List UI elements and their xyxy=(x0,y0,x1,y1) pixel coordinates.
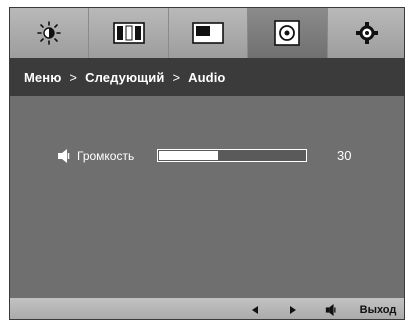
breadcrumb: Меню > Следующий > Audio xyxy=(10,58,404,96)
breadcrumb-next: Следующий xyxy=(85,69,165,85)
breadcrumb-current: Audio xyxy=(188,69,226,85)
tab-picture[interactable] xyxy=(168,8,249,58)
left-button[interactable] xyxy=(236,298,274,319)
right-button[interactable] xyxy=(274,298,312,319)
settings-body: Громкость 30 xyxy=(10,96,404,298)
bottom-bar: Выход xyxy=(10,298,404,319)
volume-slider-fill xyxy=(159,151,218,160)
arrow-left-icon xyxy=(252,305,258,314)
tab-settings[interactable] xyxy=(327,8,404,58)
speaker-icon xyxy=(58,148,70,163)
breadcrumb-menu: Меню xyxy=(24,69,62,85)
volume-row[interactable]: Громкость 30 xyxy=(57,148,351,163)
volume-label: Громкость xyxy=(77,148,135,163)
volume-value: 30 xyxy=(337,148,352,163)
tab-brightness[interactable] xyxy=(10,8,90,58)
osd-menu: Меню > Следующий > Audio Громкость 30 Вы… xyxy=(9,7,405,320)
breadcrumb-separator: > xyxy=(69,69,78,85)
breadcrumb-separator: > xyxy=(172,69,181,85)
tab-audio[interactable] xyxy=(248,8,328,58)
speaker-icon xyxy=(325,303,336,316)
picture-icon xyxy=(192,22,224,44)
volume-button[interactable] xyxy=(312,298,350,319)
color-bars-icon xyxy=(112,22,145,44)
exit-button[interactable]: Выход xyxy=(350,298,404,319)
volume-slider[interactable] xyxy=(157,149,307,162)
arrow-right-icon xyxy=(290,305,296,314)
tab-bar xyxy=(10,8,404,58)
settings-gear-icon xyxy=(355,22,378,44)
brightness-icon xyxy=(37,21,62,45)
tab-color[interactable] xyxy=(89,8,169,58)
audio-icon xyxy=(274,20,301,46)
